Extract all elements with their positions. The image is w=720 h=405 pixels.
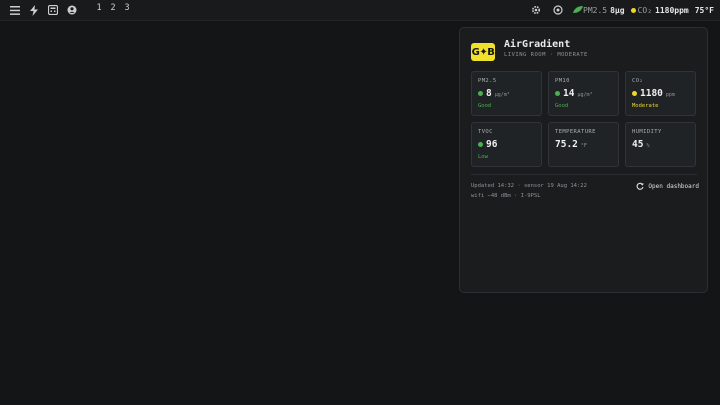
card-unit: µg/m³ (577, 92, 593, 98)
top-bar: 1 2 3 PM2.5 8μg CO₂ 1180ppm 75°F (0, 0, 720, 21)
card-status: Low (478, 154, 488, 160)
airgradient-logo: G✦B (471, 43, 495, 61)
connection-info: wifi −48 dBm · I-9PSL (471, 193, 541, 199)
co2-label: CO₂ (637, 5, 653, 15)
card-status: Moderate (632, 103, 659, 109)
workspace-1[interactable]: 1 (92, 3, 106, 13)
status-dot (555, 91, 560, 96)
lightning-icon[interactable] (26, 2, 42, 18)
card-label: PM10 (555, 78, 570, 84)
calculator-icon[interactable] (45, 2, 61, 18)
widget-subtitle: LIVING ROOM · MODERATE (504, 52, 588, 58)
refresh-icon (635, 181, 645, 191)
airgradient-widget: G✦B AirGradient LIVING ROOM · MODERATE P… (459, 27, 708, 293)
widget-title: AirGradient (504, 39, 571, 50)
menu-icon[interactable] (7, 2, 23, 18)
status-dot (478, 91, 483, 96)
card-label: TEMPERATURE (555, 129, 596, 135)
card-status: Good (555, 103, 569, 109)
card-humidity: HUMIDITY 45% (625, 122, 696, 167)
card-status: Good (478, 103, 492, 109)
air-quality-leaf-icon (572, 2, 583, 18)
update-info: Updated 14:32 · sensor 19 Aug 14:22 (471, 183, 587, 189)
pm25-value: 8μg (610, 5, 625, 15)
card-unit: µg/m³ (494, 92, 510, 98)
workspace-3[interactable]: 3 (120, 3, 134, 13)
divider (471, 174, 697, 175)
card-temperature: TEMPERATURE 75.2 °F (548, 122, 619, 167)
card-tvoc: TVOC 96 Low (471, 122, 542, 167)
top-bar-left (7, 2, 80, 18)
card-value: 45 (632, 139, 644, 150)
card-value: 75.2 (555, 139, 578, 150)
co2-status-dot (630, 7, 636, 13)
workspace-switcher: 1 2 3 (92, 3, 134, 13)
card-value: 14 (563, 88, 575, 99)
network-icon[interactable] (550, 2, 566, 18)
temperature: 75°F (694, 5, 714, 15)
card-pm10: PM10 14 µg/m³ Good (548, 71, 619, 116)
open-dashboard-button[interactable]: Open dashboard (635, 181, 699, 191)
card-label: PM2.5 (478, 78, 497, 84)
card-label: HUMIDITY (632, 129, 662, 135)
status-area: PM2.5 8μg CO₂ 1180ppm 75°F (528, 2, 714, 18)
card-value: 1180 (640, 88, 663, 99)
card-unit: °F (580, 143, 587, 149)
card-unit: % (646, 143, 650, 149)
co2-value: 1180ppm (655, 5, 689, 15)
settings-icon[interactable] (528, 2, 544, 18)
card-co2: CO₂ 1180 ppm Moderate (625, 71, 696, 116)
pm25-label: PM2.5 (583, 5, 608, 15)
user-icon[interactable] (64, 2, 80, 18)
open-dashboard-label: Open dashboard (648, 182, 699, 190)
status-dot (632, 91, 637, 96)
card-value: 8 (486, 88, 492, 99)
workspace-2[interactable]: 2 (106, 3, 120, 13)
card-unit: ppm (665, 92, 675, 98)
widget-footer: Updated 14:32 · sensor 19 Aug 14:22 wifi… (471, 181, 587, 201)
card-value: 96 (486, 139, 498, 150)
card-label: TVOC (478, 129, 493, 135)
card-pm25: PM2.5 8 µg/m³ Good (471, 71, 542, 116)
status-dot (478, 142, 483, 147)
card-label: CO₂ (632, 78, 644, 84)
